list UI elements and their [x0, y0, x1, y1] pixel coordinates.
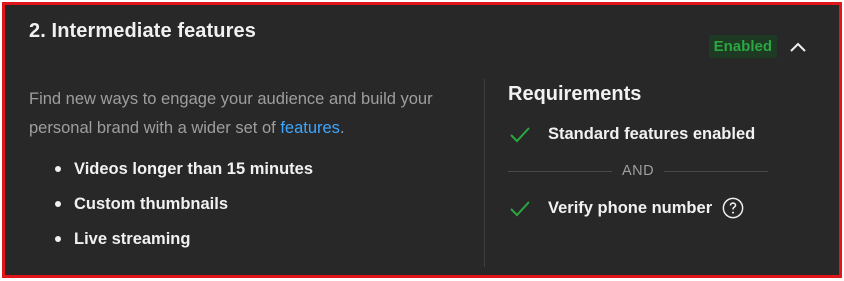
feature-description-column: Find new ways to engage your audience an… — [29, 85, 459, 262]
check-icon — [510, 201, 530, 217]
requirements-column: Requirements Standard features enabled A… — [508, 83, 768, 223]
collapse-button[interactable] — [787, 36, 809, 58]
separator-line — [508, 170, 612, 172]
feature-panel: 2. Intermediate features Enabled Find ne… — [2, 2, 842, 278]
feature-description: Find new ways to engage your audience an… — [29, 85, 459, 143]
feature-list: Videos longer than 15 minutes Custom thu… — [29, 157, 459, 262]
and-label: AND — [621, 163, 655, 179]
and-separator: AND — [508, 163, 768, 179]
feature-item: Custom thumbnails — [51, 192, 459, 227]
status-badge: Enabled — [708, 35, 777, 58]
requirements-title: Requirements — [508, 83, 642, 105]
help-circle-icon[interactable] — [722, 197, 744, 219]
description-end: . — [339, 119, 345, 137]
requirement-item: Standard features enabled — [508, 119, 768, 149]
chevron-up-icon — [790, 42, 806, 52]
status-area: Enabled — [708, 35, 809, 58]
requirement-label: Standard features enabled — [548, 124, 756, 143]
requirement-item: Verify phone number — [508, 193, 768, 223]
check-icon — [510, 127, 530, 143]
requirement-label: Verify phone number — [548, 198, 713, 217]
column-divider — [484, 79, 485, 267]
feature-item: Live streaming — [51, 227, 459, 262]
features-link[interactable]: features — [280, 119, 340, 137]
feature-item: Videos longer than 15 minutes — [51, 157, 459, 192]
section-title: 2. Intermediate features — [29, 20, 256, 42]
separator-line — [664, 170, 768, 172]
description-text: Find new ways to engage your audience an… — [29, 90, 433, 137]
